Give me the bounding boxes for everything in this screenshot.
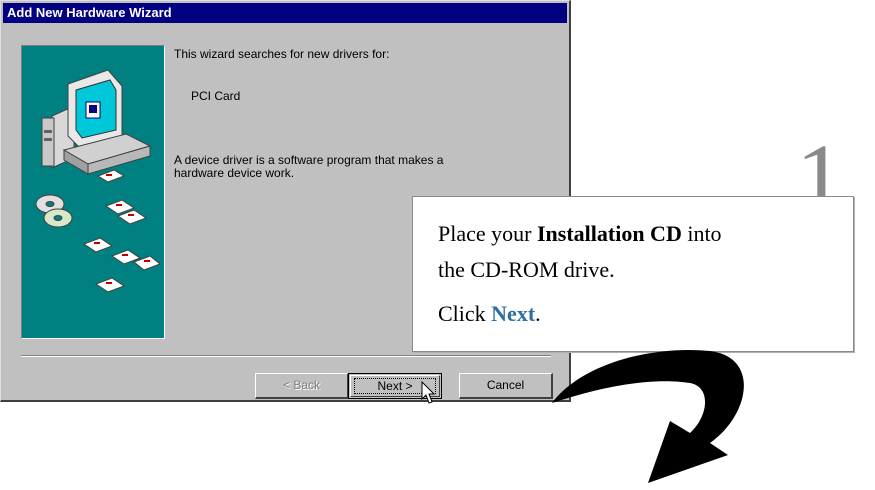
driver-description-line1: A device driver is a software program th… bbox=[174, 153, 444, 167]
back-button[interactable]: < Back bbox=[255, 373, 349, 399]
callout-line-3: Click Next. bbox=[438, 301, 541, 326]
device-name: PCI Card bbox=[191, 89, 241, 103]
installation-cd-text: Installation CD bbox=[536, 221, 682, 246]
mouse-cursor-icon bbox=[421, 381, 436, 404]
wizard-illustration-panel bbox=[21, 45, 165, 339]
window-title: Add New Hardware Wizard bbox=[3, 3, 567, 23]
back-button-label: < Back bbox=[282, 378, 321, 392]
wizard-intro-text: This wizard searches for new drivers for… bbox=[174, 47, 390, 61]
cd-disc-icon bbox=[35, 194, 73, 228]
cancel-button[interactable]: Cancel bbox=[459, 373, 553, 399]
callout-line-1: Place your Installation CD into bbox=[438, 221, 722, 246]
next-emphasis-text: Next bbox=[491, 301, 536, 326]
computer-illustration bbox=[35, 69, 161, 293]
curved-arrow-icon bbox=[552, 349, 744, 483]
button-separator bbox=[21, 355, 551, 357]
driver-description-line2: hardware device work. bbox=[174, 166, 295, 180]
floppy-disk-icon bbox=[82, 199, 161, 293]
next-button-label: Next > bbox=[377, 379, 413, 393]
callout-line-2: the CD-ROM drive. bbox=[438, 257, 615, 282]
cancel-button-label: Cancel bbox=[486, 378, 525, 392]
